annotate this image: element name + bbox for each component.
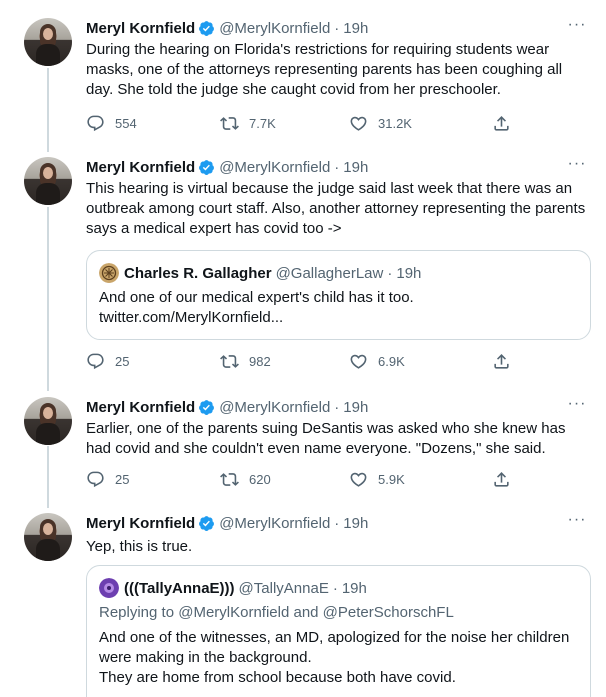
retweet-icon: [220, 355, 239, 368]
avatar[interactable]: [24, 513, 72, 561]
quote-text: They are home from school because both h…: [99, 669, 456, 686]
separator-dot: ·: [387, 264, 393, 282]
timestamp[interactable]: 19h: [343, 399, 368, 416]
tweet-header: Meryl Kornfield @MerylKornfield · 19h: [86, 18, 368, 38]
tweet[interactable]: Meryl Kornfield @MerylKornfield · 19h ··…: [0, 396, 606, 497]
tweet-header: Meryl Kornfield @MerylKornfield · 19h: [86, 513, 368, 533]
quote-header: Charles R. Gallagher @GallagherLaw · 19h: [99, 263, 421, 283]
tweet[interactable]: Meryl Kornfield @MerylKornfield · 19h ··…: [0, 156, 606, 377]
quote-tweet[interactable]: (((TallyAnnaE))) @TallyAnnaE · 19h Reply…: [86, 565, 591, 697]
like-button[interactable]: 31.2K: [349, 114, 412, 133]
avatar[interactable]: [24, 397, 72, 445]
tweet[interactable]: Meryl Kornfield @MerylKornfield · 19h ··…: [0, 17, 606, 138]
verified-badge-icon: [199, 20, 215, 36]
separator-dot: ·: [334, 514, 340, 532]
author-handle[interactable]: @MerylKornfield: [219, 20, 330, 37]
retweet-icon: [220, 117, 239, 130]
quote-author-name: Charles R. Gallagher: [124, 264, 272, 282]
tweet-header: Meryl Kornfield @MerylKornfield · 19h: [86, 157, 368, 177]
more-icon[interactable]: ···: [566, 156, 588, 175]
timestamp[interactable]: 19h: [343, 159, 368, 176]
tweet-text: Yep, this is true.: [86, 538, 193, 555]
tweet-actions: 25 620 5.9K: [86, 470, 516, 490]
tweet-text: During the hearing on Florida's restrict…: [86, 41, 563, 98]
author-handle[interactable]: @MerylKornfield: [219, 515, 330, 532]
separator-dot: ·: [332, 579, 338, 597]
reply-button[interactable]: 25: [86, 352, 129, 371]
more-icon[interactable]: ···: [566, 17, 588, 36]
reply-icon: [87, 471, 104, 488]
reply-count: 25: [115, 354, 130, 369]
retweet-count: 620: [249, 472, 271, 487]
share-icon: [494, 354, 509, 369]
verified-badge-icon: [199, 515, 215, 531]
replying-to-label: Replying to: [99, 604, 175, 621]
replying-to-line: Replying to @MerylKornfield and @PeterSc…: [99, 603, 579, 623]
quote-avatar[interactable]: [99, 578, 119, 598]
quote-tweet[interactable]: Charles R. Gallagher @GallagherLaw · 19h…: [86, 250, 591, 340]
reply-count: 554: [115, 116, 137, 131]
separator-dot: ·: [334, 398, 340, 416]
tweet[interactable]: Meryl Kornfield @MerylKornfield · 19h ··…: [0, 512, 606, 697]
avatar[interactable]: [24, 157, 72, 205]
retweet-button[interactable]: 7.7K: [220, 114, 276, 133]
timestamp[interactable]: 19h: [343, 20, 368, 37]
tweet-header: Meryl Kornfield @MerylKornfield · 19h: [86, 397, 368, 417]
heart-icon: [350, 354, 367, 369]
timestamp[interactable]: 19h: [343, 515, 368, 532]
verified-badge-icon: [199, 159, 215, 175]
quote-header: (((TallyAnnaE))) @TallyAnnaE · 19h: [99, 578, 367, 598]
reply-icon: [87, 353, 104, 370]
like-count: 6.9K: [378, 354, 405, 369]
heart-icon: [350, 116, 367, 131]
quote-timestamp: 19h: [396, 264, 422, 282]
reply-button[interactable]: 554: [86, 114, 137, 133]
tweet-actions: 554 7.7K 31.2K: [86, 114, 516, 134]
quote-author-handle: @TallyAnnaE: [238, 579, 329, 597]
retweet-button[interactable]: 982: [220, 352, 271, 371]
reply-icon: [87, 115, 104, 132]
like-count: 31.2K: [378, 116, 412, 131]
share-icon: [494, 472, 509, 487]
more-icon[interactable]: ···: [566, 396, 588, 415]
retweet-count: 7.7K: [249, 116, 276, 131]
tweet-text: Earlier, one of the parents suing DeSant…: [86, 420, 566, 457]
heart-icon: [350, 472, 367, 487]
separator-dot: ·: [334, 19, 340, 37]
retweet-button[interactable]: 620: [220, 470, 271, 489]
separator-dot: ·: [334, 158, 340, 176]
quote-author-name: (((TallyAnnaE))): [124, 579, 235, 597]
quote-timestamp: 19h: [341, 579, 367, 597]
like-button[interactable]: 5.9K: [349, 470, 405, 489]
quote-link[interactable]: twitter.com/MerylKornfield...: [99, 308, 579, 328]
more-icon[interactable]: ···: [566, 512, 588, 531]
author-name[interactable]: Meryl Kornfield: [86, 515, 195, 532]
reply-button[interactable]: 25: [86, 470, 129, 489]
tweet-text: This hearing is virtual because the judg…: [86, 180, 586, 237]
tweet-actions: 25 982 6.9K: [86, 352, 516, 372]
verified-badge-icon: [199, 399, 215, 415]
share-button[interactable]: [492, 352, 511, 371]
author-handle[interactable]: @MerylKornfield: [219, 399, 330, 416]
retweet-icon: [220, 473, 239, 486]
share-icon: [494, 116, 509, 131]
share-button[interactable]: [492, 114, 511, 133]
quote-avatar[interactable]: [99, 263, 119, 283]
author-name[interactable]: Meryl Kornfield: [86, 399, 195, 416]
retweet-count: 982: [249, 354, 271, 369]
quote-text: And one of our medical expert's child ha…: [99, 289, 414, 306]
author-handle[interactable]: @MerylKornfield: [219, 159, 330, 176]
quote-text: And one of the witnesses, an MD, apologi…: [99, 629, 570, 666]
reply-count: 25: [115, 472, 130, 487]
quote-author-handle: @GallagherLaw: [275, 264, 384, 282]
share-button[interactable]: [492, 470, 511, 489]
author-name[interactable]: Meryl Kornfield: [86, 159, 195, 176]
like-count: 5.9K: [378, 472, 405, 487]
replying-to-users: @MerylKornfield and @PeterSchorschFL: [178, 604, 454, 621]
author-name[interactable]: Meryl Kornfield: [86, 20, 195, 37]
like-button[interactable]: 6.9K: [349, 352, 405, 371]
avatar[interactable]: [24, 18, 72, 66]
